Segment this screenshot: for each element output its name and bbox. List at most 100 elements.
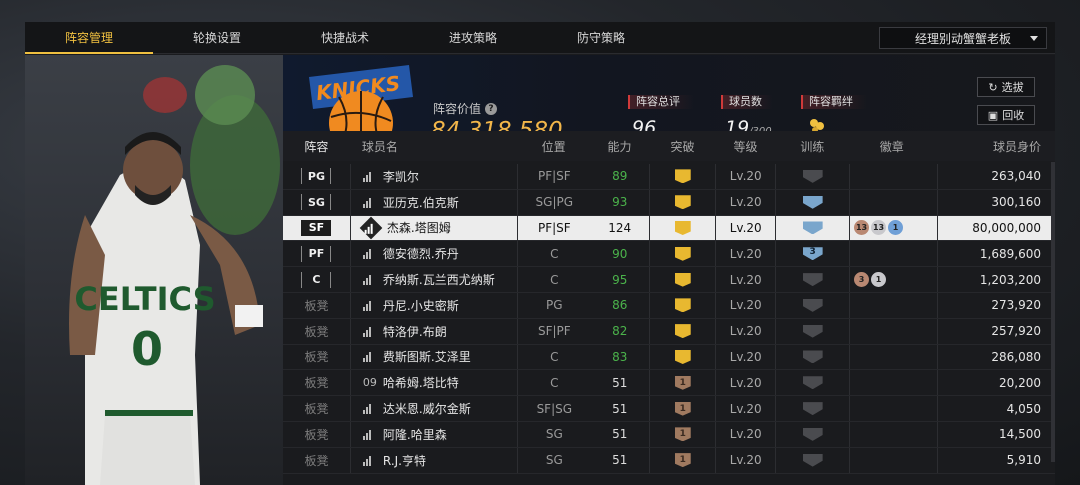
- table-row[interactable]: 板凳 丹尼.小史密斯 PG 86 Lv.20 273,920: [283, 292, 1055, 319]
- cell-pos: C: [283, 267, 350, 292]
- player-name[interactable]: 亚历克.伯克斯: [383, 194, 459, 211]
- cell-level: Lv.20: [729, 453, 762, 468]
- player-name[interactable]: 李凯尔: [383, 168, 419, 185]
- cell-train[interactable]: [775, 344, 851, 370]
- player-name[interactable]: 哈希姆.塔比特: [383, 374, 459, 391]
- cell-badge: [850, 345, 937, 370]
- player-name[interactable]: 费斯图斯.艾泽里: [383, 348, 471, 365]
- cell-train[interactable]: [775, 447, 851, 473]
- tab-defense[interactable]: 防守策略: [537, 22, 665, 53]
- tab-offense[interactable]: 进攻策略: [409, 22, 537, 53]
- cell-level: Lv.20: [729, 427, 762, 442]
- cell-break[interactable]: 1: [649, 396, 717, 421]
- tab-roster[interactable]: 阵容管理: [25, 22, 153, 54]
- player-name[interactable]: 丹尼.小史密斯: [383, 297, 459, 314]
- manager-dropdown[interactable]: 经理别动蟹蟹老板: [879, 27, 1047, 49]
- table-row[interactable]: C 乔纳斯.瓦兰西尤纳斯 C 95 Lv.20 31 1,203,200: [283, 267, 1055, 293]
- cell-rating: 89: [612, 169, 628, 184]
- scrollbar[interactable]: [1051, 162, 1055, 462]
- player-name[interactable]: R.J.亨特: [383, 452, 426, 469]
- table-row[interactable]: SF 杰森.塔图姆 PF|SF 124 Lv.20 13 13 1 80,000,0…: [283, 215, 1055, 242]
- signal-icon: [362, 351, 375, 363]
- cell-level: Lv.20: [729, 272, 762, 287]
- cell-pos: SF: [283, 216, 350, 241]
- badge-icon[interactable]: 1: [871, 272, 887, 288]
- cell-train[interactable]: 3: [775, 241, 851, 267]
- cell-rating: 124: [608, 220, 632, 235]
- cell-break[interactable]: [649, 318, 717, 344]
- cell-train[interactable]: [775, 215, 851, 241]
- player-name[interactable]: 特洛伊.布朗: [383, 323, 447, 340]
- player-name[interactable]: 阿隆.哈里森: [383, 426, 447, 443]
- signal-icon: [362, 403, 375, 415]
- player-name[interactable]: 杰森.塔图姆: [387, 219, 451, 236]
- tab-quick-tactics[interactable]: 快捷战术: [281, 22, 409, 53]
- cell-train[interactable]: [775, 292, 851, 318]
- cell-train[interactable]: [775, 370, 851, 396]
- tab-rotation[interactable]: 轮换设置: [153, 22, 281, 53]
- cell-name: 费斯图斯.艾泽里: [349, 344, 517, 370]
- cell-train[interactable]: [775, 421, 851, 447]
- cell-break[interactable]: [649, 189, 717, 215]
- cell-price: 5,910: [936, 447, 1055, 473]
- select-button-label: 选拔: [1001, 81, 1024, 94]
- badge-icon[interactable]: 1: [888, 220, 904, 236]
- player-name[interactable]: 达米恩.威尔金斯: [383, 400, 471, 417]
- cell-break[interactable]: [649, 215, 717, 241]
- table-row[interactable]: 板凳 费斯图斯.艾泽里 C 83 Lv.20 286,080: [283, 344, 1055, 371]
- table-row[interactable]: SG 亚历克.伯克斯 SG|PG 93 Lv.20 300,160: [283, 189, 1055, 216]
- table-row[interactable]: PG 李凯尔 PF|SF 89 Lv.20 263,040: [283, 164, 1055, 190]
- cell-break[interactable]: [649, 267, 717, 292]
- table-row[interactable]: 板凳 09 哈希姆.塔比特 C 51 1 Lv.20 20,200: [283, 370, 1055, 397]
- position-tag: C: [301, 271, 332, 288]
- cell-price: 20,200: [936, 370, 1055, 396]
- roster-table: 阵容 球员名 位置 能力 突破 等级 训练 徽章 球员身价 PG 李凯尔 PF|…: [283, 131, 1055, 485]
- cell-name: 达米恩.威尔金斯: [349, 396, 517, 421]
- cell-break[interactable]: [649, 241, 717, 267]
- cell-badge: [850, 293, 937, 318]
- cell-break[interactable]: 1: [649, 370, 717, 396]
- cell-rating: 90: [612, 246, 628, 261]
- cell-break[interactable]: 1: [649, 447, 717, 473]
- cell-break[interactable]: [649, 164, 717, 189]
- cell-train[interactable]: [775, 396, 851, 421]
- refresh-icon: ↻: [988, 80, 998, 94]
- table-row[interactable]: 板凳 达米恩.威尔金斯 SF|SG 51 1 Lv.20 4,050: [283, 396, 1055, 422]
- cell-break[interactable]: 1: [649, 421, 717, 447]
- cell-name: 09 哈希姆.塔比特: [349, 370, 517, 396]
- badge-icon[interactable]: 13: [854, 220, 870, 236]
- table-row[interactable]: 板凳 R.J.亨特 SG 51 1 Lv.20 5,910: [283, 447, 1055, 474]
- cell-train[interactable]: [775, 318, 851, 344]
- recycle-button[interactable]: ▣ 回收: [977, 105, 1035, 125]
- select-button[interactable]: ↻ 选拔: [977, 77, 1035, 97]
- cell-pos: PG: [283, 164, 350, 189]
- cell-name: R.J.亨特: [349, 447, 517, 473]
- cell-badge: [850, 396, 937, 421]
- header-price: 球员身价: [992, 139, 1041, 154]
- cell-train[interactable]: [775, 164, 851, 189]
- cell-pos: 板凳: [283, 370, 350, 395]
- cell-name: 德安德烈.乔丹: [349, 241, 517, 267]
- cell-name: 特洛伊.布朗: [349, 318, 517, 344]
- help-icon[interactable]: ?: [485, 102, 498, 115]
- cell-role: C: [517, 370, 590, 396]
- cell-rating: 95: [612, 272, 628, 287]
- table-row[interactable]: 板凳 阿隆.哈里森 SG 51 1 Lv.20 14,500: [283, 421, 1055, 448]
- table-row[interactable]: PF 德安德烈.乔丹 C 90 Lv.20 3 1,689,600: [283, 241, 1055, 268]
- cell-badge: 31: [850, 267, 937, 292]
- cell-train[interactable]: [775, 189, 851, 215]
- cell-price: 1,203,200: [936, 267, 1055, 292]
- cell-train[interactable]: [775, 267, 851, 292]
- cell-role: PF|SF: [517, 164, 590, 189]
- badge-icon[interactable]: 3: [854, 272, 870, 288]
- break-level-icon: 1: [674, 401, 691, 416]
- player-name[interactable]: 德安德烈.乔丹: [383, 245, 459, 262]
- table-row[interactable]: 板凳 特洛伊.布朗 SF|PF 82 Lv.20 257,920: [283, 318, 1055, 345]
- position-tag: PG: [301, 168, 332, 185]
- crown-icon: [674, 298, 691, 313]
- badge-icon[interactable]: 13: [871, 220, 887, 236]
- player-name[interactable]: 乔纳斯.瓦兰西尤纳斯: [383, 271, 495, 288]
- cell-break[interactable]: [649, 292, 717, 318]
- cell-pos: 板凳: [283, 345, 350, 370]
- cell-break[interactable]: [649, 344, 717, 370]
